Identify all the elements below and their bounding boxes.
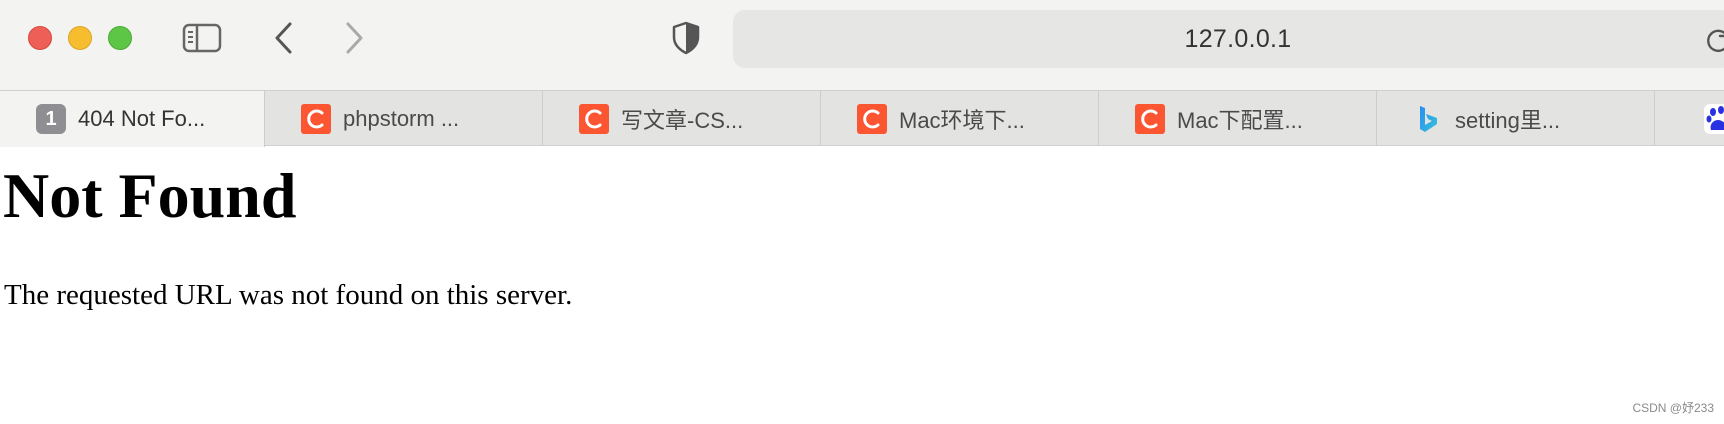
address-bar[interactable]: 127.0.0.1 <box>733 10 1724 68</box>
chevron-left-icon <box>275 22 292 54</box>
url-text[interactable]: 127.0.0.1 <box>733 10 1724 68</box>
minimize-window-button[interactable] <box>68 26 92 50</box>
tab-phpstorm[interactable]: phpstorm ... <box>265 91 543 146</box>
tab-404-not-found[interactable]: 1 404 Not Fo... <box>0 91 265 147</box>
tab-mac-environment[interactable]: Mac环境下... <box>821 91 1099 146</box>
close-window-button[interactable] <box>28 26 52 50</box>
baidu-icon <box>1704 104 1724 134</box>
chevron-right-icon <box>346 22 363 54</box>
csdn-icon <box>579 104 609 134</box>
shield-icon <box>672 21 700 55</box>
tab-title: 404 Not Fo... <box>78 105 206 131</box>
tab-write-article[interactable]: 写文章-CS... <box>543 91 821 146</box>
tab-title: Mac环境下... <box>899 107 1025 133</box>
bing-icon <box>1413 104 1443 134</box>
tab-setting[interactable]: setting里... <box>1377 91 1655 146</box>
page-heading: Not Found <box>3 160 297 231</box>
tab-baidu[interactable] <box>1655 91 1724 146</box>
tab-mac-config[interactable]: Mac下配置... <box>1099 91 1377 146</box>
watermark: CSDN @妤233 <box>1632 401 1714 415</box>
zoom-window-button[interactable] <box>108 26 132 50</box>
back-button[interactable] <box>262 18 306 58</box>
browser-toolbar: 127.0.0.1 <box>0 0 1724 90</box>
tab-title: Mac下配置... <box>1177 107 1303 133</box>
sidebar-toggle-button[interactable] <box>180 18 224 58</box>
csdn-icon <box>301 104 331 134</box>
csdn-icon <box>857 104 887 134</box>
error-message: The requested URL was not found on this … <box>4 279 573 311</box>
sidebar-icon <box>182 23 222 53</box>
tab-bar: 1 404 Not Fo... phpstorm ... 写文章-CS... M… <box>0 90 1724 147</box>
reload-icon[interactable] <box>1703 26 1724 54</box>
privacy-report-button[interactable] <box>664 18 708 58</box>
forward-button[interactable] <box>332 18 376 58</box>
tab-title: setting里... <box>1455 107 1561 133</box>
csdn-icon <box>1135 104 1165 134</box>
tab-title: 写文章-CS... <box>621 107 744 133</box>
tab-title: phpstorm ... <box>343 105 460 131</box>
number-badge-icon: 1 <box>36 104 66 134</box>
